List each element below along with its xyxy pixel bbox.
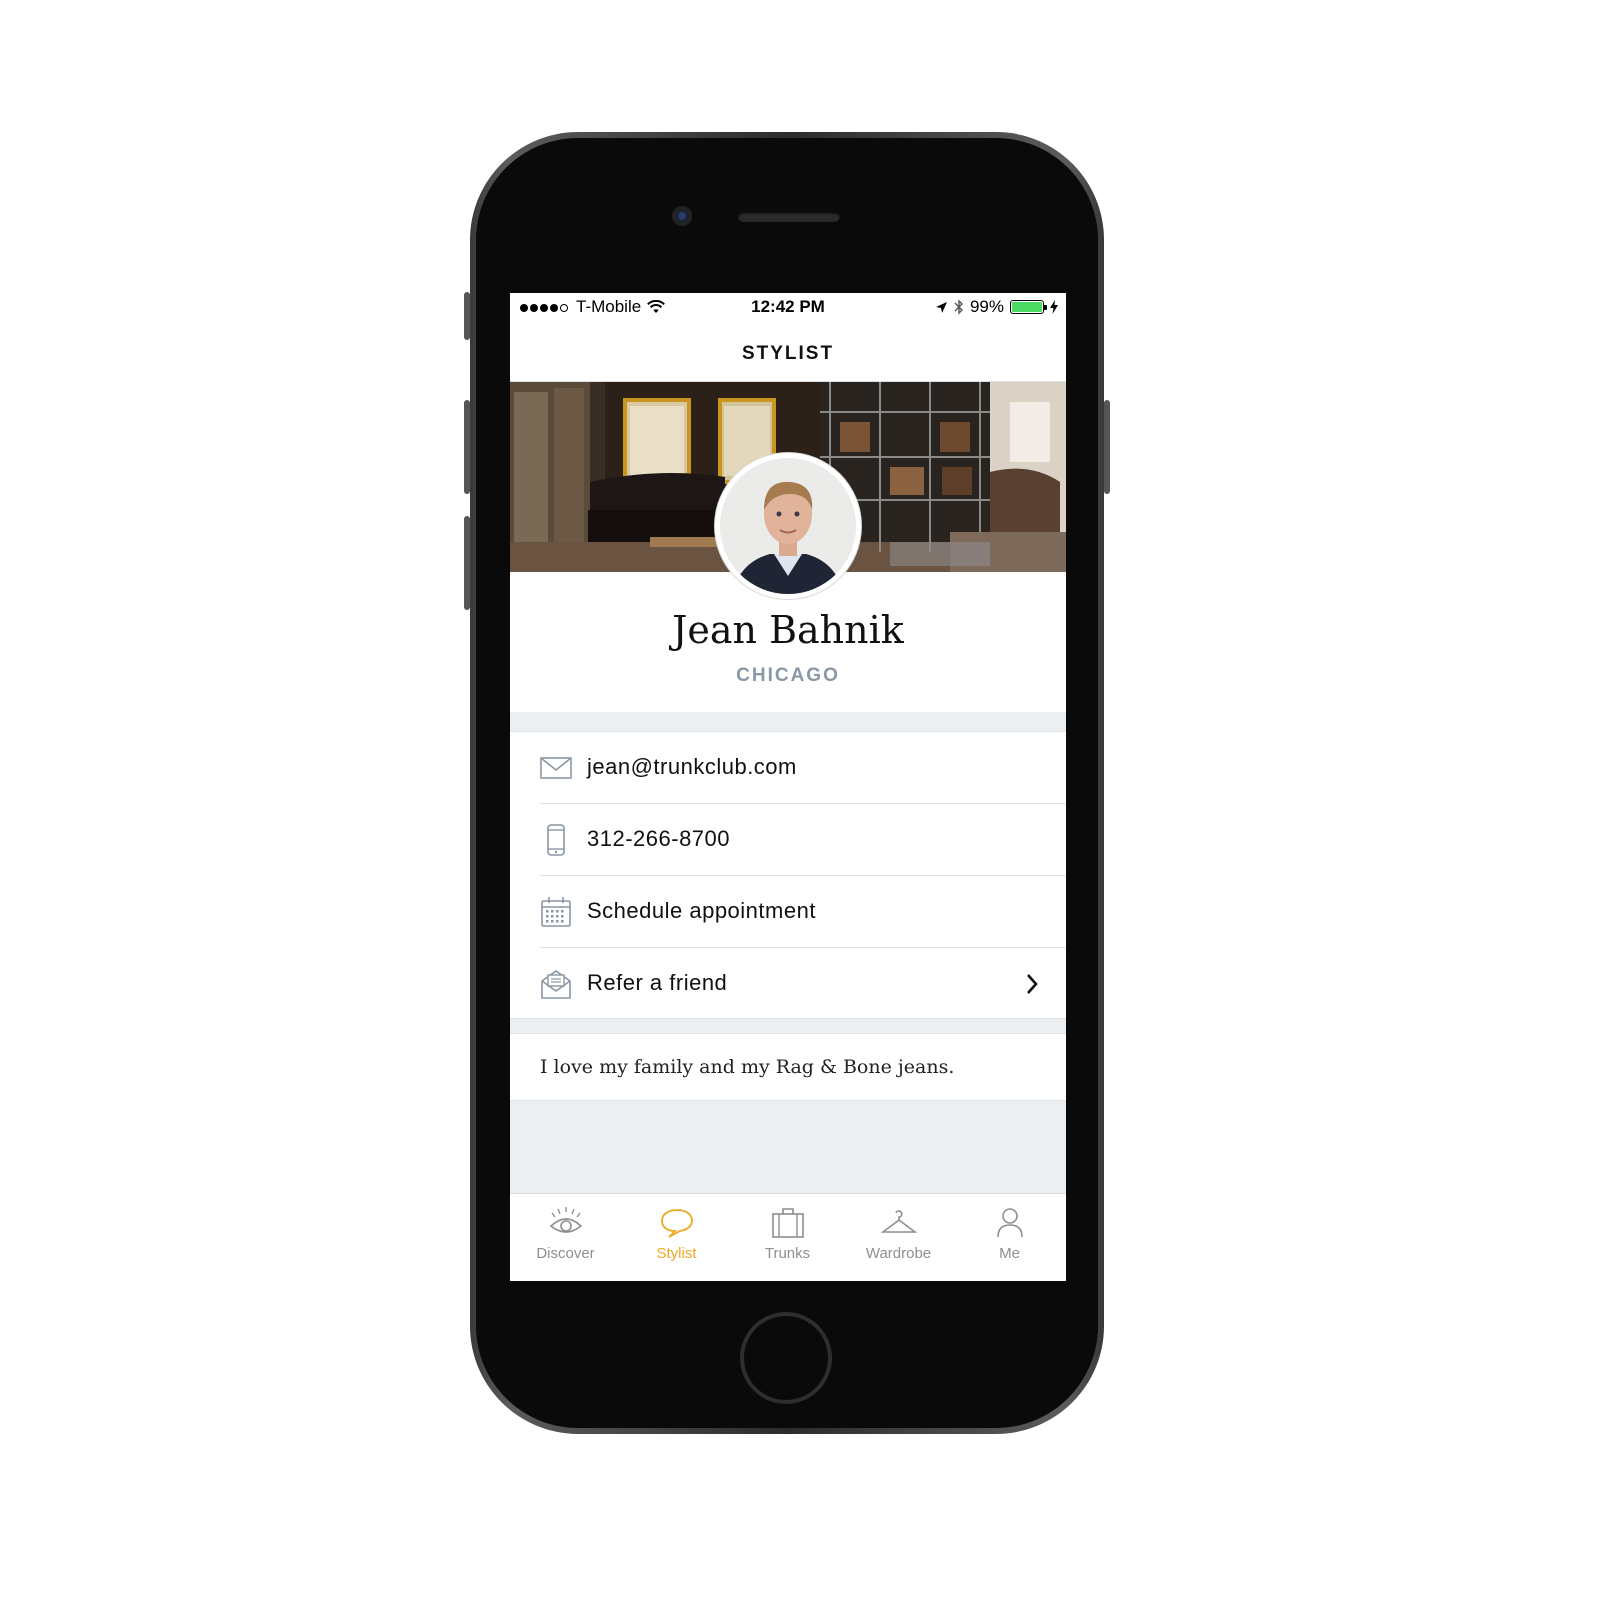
tab-bar: Discover Stylist Trunks Wardrobe Me — [510, 1193, 1066, 1281]
power-button — [1104, 400, 1110, 494]
stylist-bio: I love my family and my Rag & Bone jeans… — [510, 1033, 1066, 1101]
tab-discover-label: Discover — [536, 1245, 595, 1262]
email-label: jean@trunkclub.com — [587, 754, 797, 779]
front-camera — [672, 206, 692, 226]
earpiece-speaker — [738, 212, 840, 222]
email-row[interactable]: jean@trunkclub.com — [510, 732, 1066, 804]
page-title: STYLIST — [741, 343, 835, 364]
portrait-illustration — [720, 458, 856, 594]
stylist-avatar — [715, 453, 861, 599]
tab-trunks[interactable]: Trunks — [732, 1194, 843, 1281]
bio-text: I love my family and my Rag & Bone jeans… — [540, 1056, 955, 1078]
tab-trunks-label: Trunks — [764, 1245, 811, 1262]
envelope-open-icon — [541, 970, 571, 999]
stylist-name: Jean Bahnik — [672, 608, 904, 652]
status-bar: T-Mobile 12:42 PM 99% — [510, 293, 1066, 323]
person-icon — [997, 1208, 1023, 1238]
chevron-right-icon — [1027, 974, 1038, 994]
refer-a-friend-row[interactable]: Refer a friend — [510, 948, 1066, 1020]
tab-stylist[interactable]: Stylist — [621, 1194, 732, 1281]
app-screen: T-Mobile 12:42 PM 99% STYLIST Jean Bahni… — [510, 293, 1066, 1281]
tab-me[interactable]: Me — [954, 1194, 1065, 1281]
navigation-bar: STYLIST — [510, 323, 1066, 382]
volume-down-button — [464, 516, 470, 610]
tab-me-label: Me — [999, 1245, 1020, 1262]
refer-a-friend-label: Refer a friend — [587, 970, 728, 995]
home-button[interactable] — [740, 1312, 832, 1404]
phone-row[interactable]: 312-266-8700 — [510, 804, 1066, 876]
tab-wardrobe-label: Wardrobe — [865, 1245, 932, 1262]
calendar-icon — [541, 897, 571, 927]
eye-icon — [549, 1207, 583, 1233]
hanger-icon — [881, 1210, 917, 1233]
envelope-icon — [540, 757, 572, 779]
suitcase-icon — [772, 1208, 804, 1238]
bluetooth-icon — [954, 299, 963, 315]
schedule-appointment-row[interactable]: Schedule appointment — [510, 876, 1066, 948]
tab-wardrobe[interactable]: Wardrobe — [843, 1194, 954, 1281]
tab-discover[interactable]: Discover — [510, 1194, 621, 1281]
location-arrow-icon — [935, 301, 947, 313]
phone-icon — [547, 824, 565, 856]
charging-bolt-icon — [1050, 300, 1058, 314]
speech-bubble-icon — [661, 1209, 693, 1238]
tab-stylist-label: Stylist — [656, 1245, 697, 1262]
volume-up-button — [464, 400, 470, 494]
battery-percent: 99% — [969, 297, 1004, 316]
battery-icon — [1010, 300, 1047, 314]
phone-label: 312-266-8700 — [587, 826, 731, 851]
mute-switch — [464, 292, 470, 340]
schedule-appointment-label: Schedule appointment — [587, 898, 816, 923]
stylist-city: CHICAGO — [736, 665, 840, 686]
contact-list: jean@trunkclub.com 312-266-8700 Schedule… — [510, 731, 1066, 1019]
